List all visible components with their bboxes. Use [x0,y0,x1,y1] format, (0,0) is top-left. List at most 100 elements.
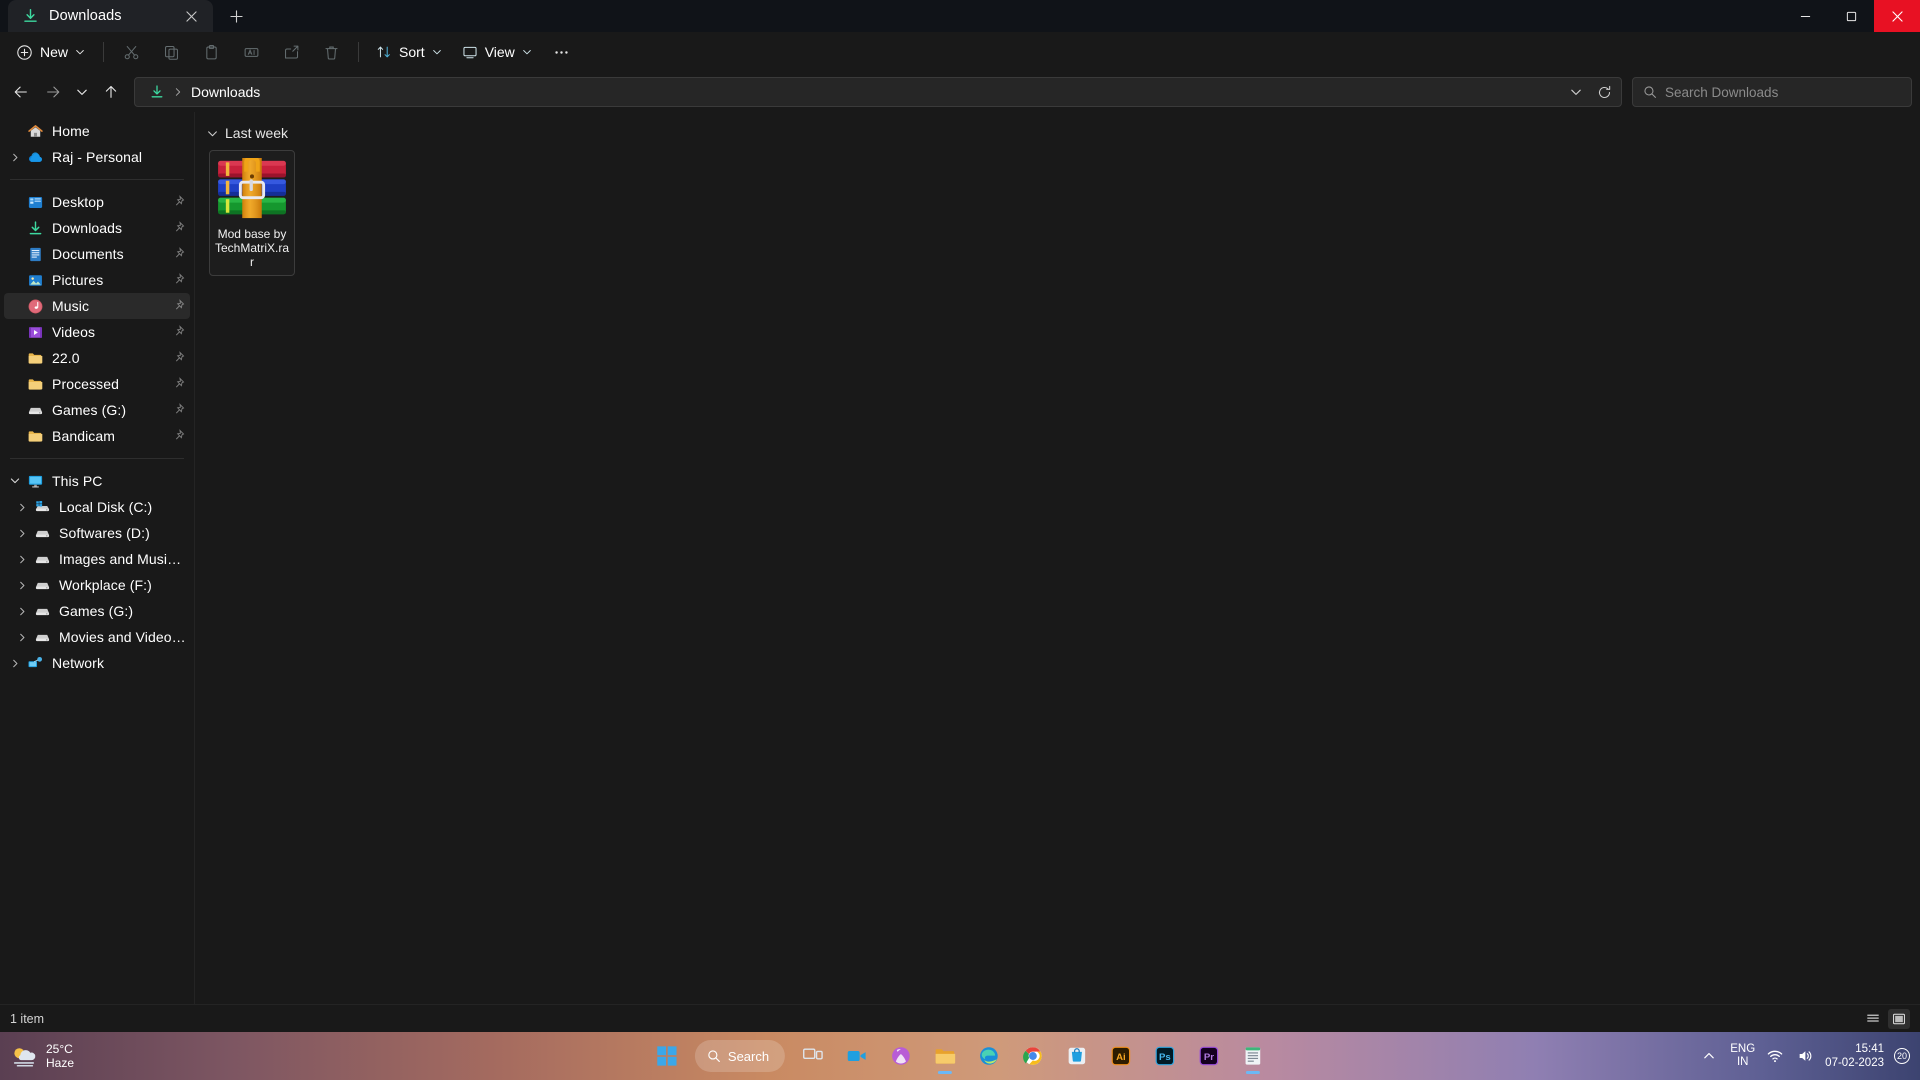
sidebar-item-videos[interactable]: Videos [4,319,190,345]
sidebar-item-music[interactable]: Music [4,293,190,319]
sidebar-item-bandicam[interactable]: Bandicam [4,423,190,449]
taskbar-search-button[interactable]: Search [694,1040,786,1072]
illustrator-icon[interactable]: Ai [1101,1036,1141,1076]
search-input[interactable]: Search Downloads [1665,85,1778,100]
file-explorer-icon[interactable] [925,1036,965,1076]
new-tab-button[interactable] [219,2,253,30]
sidebar-item-pictures[interactable]: Pictures [4,267,190,293]
pin-icon[interactable] [172,299,186,313]
new-button[interactable]: New [8,37,95,67]
camera-icon[interactable] [837,1036,877,1076]
file-tiles: Mod base by TechMatriX.rar [203,150,1920,276]
close-button[interactable] [1874,0,1920,32]
details-view-icon[interactable] [1862,1009,1884,1029]
chevron-right-icon[interactable] [11,520,33,546]
share-icon[interactable] [272,37,310,67]
refresh-icon[interactable] [1591,79,1617,105]
edge-icon[interactable] [969,1036,1009,1076]
chevron-down-icon [432,50,441,55]
maximize-button[interactable] [1828,0,1874,32]
task-view-icon[interactable] [793,1036,833,1076]
paste-icon[interactable] [192,37,230,67]
back-button[interactable] [6,77,36,107]
search-box[interactable]: Search Downloads [1632,77,1912,107]
pin-icon[interactable] [172,195,186,209]
pin-icon[interactable] [172,429,186,443]
address-bar[interactable]: Downloads [134,77,1622,107]
chevron-right-icon[interactable] [4,650,26,676]
see-more-icon[interactable] [543,37,581,67]
recent-locations-button[interactable] [70,77,94,107]
file-item-rar[interactable]: Mod base by TechMatriX.rar [209,150,295,276]
group-header-last-week[interactable]: Last week [203,122,1920,144]
divider [358,42,360,62]
sidebar-item-games-g-drive[interactable]: Games (G:) [4,598,190,624]
breadcrumb-downloads[interactable]: Downloads [187,80,264,104]
file-list-area[interactable]: Last week Mod base by TechMatriX.rar [195,112,1920,1004]
sidebar-item-workplace-f[interactable]: Workplace (F:) [4,572,190,598]
clock[interactable]: 15:41 07-02-2023 [1825,1042,1884,1070]
up-button[interactable] [96,77,126,107]
notification-badge[interactable]: 20 [1894,1048,1910,1064]
chevron-right-icon[interactable] [11,546,33,572]
pin-icon[interactable] [172,221,186,235]
notepad-icon[interactable] [1233,1036,1273,1076]
sidebar-item-images-and-music-e[interactable]: Images and Music (E:) [4,546,190,572]
close-icon[interactable] [179,4,203,28]
sidebar-item-movies-and-videos-h[interactable]: Movies and Videos (H:) [4,624,190,650]
start-button[interactable] [647,1036,687,1076]
sidebar-item-home[interactable]: Home [4,118,190,144]
pin-icon[interactable] [172,247,186,261]
sidebar-item-network[interactable]: Network [4,650,190,676]
tab-downloads[interactable]: Downloads [8,0,213,32]
pin-icon[interactable] [172,351,186,365]
premiere-icon[interactable]: Pr [1189,1036,1229,1076]
sidebar-item-desktop[interactable]: Desktop [4,189,190,215]
copy-icon[interactable] [152,37,190,67]
downloads-icon [151,85,163,98]
pin-icon[interactable] [172,377,186,391]
pin-icon[interactable] [172,273,186,287]
store-icon[interactable] [1057,1036,1097,1076]
sort-button[interactable]: Sort [367,37,451,67]
chevron-down-icon[interactable] [4,468,26,494]
breadcrumb-icon-downloads[interactable] [145,80,169,104]
photoshop-icon[interactable]: Ps [1145,1036,1185,1076]
sidebar-item-documents[interactable]: Documents [4,241,190,267]
sidebar-item-raj-personal[interactable]: Raj - Personal [4,144,190,170]
sidebar-item-games-g[interactable]: Games (G:) [4,397,190,423]
pin-icon[interactable] [172,325,186,339]
pin-icon[interactable] [172,403,186,417]
chevron-down-icon[interactable] [207,128,218,139]
large-icons-view-icon[interactable] [1888,1008,1910,1029]
cut-icon[interactable] [112,37,150,67]
language-indicator[interactable]: ENG IN [1730,1043,1755,1069]
folder-icon [26,427,44,445]
sidebar-item-softwares-d[interactable]: Softwares (D:) [4,520,190,546]
volume-icon[interactable] [1795,1046,1815,1066]
sidebar-item-downloads[interactable]: Downloads [4,215,190,241]
view-button[interactable]: View [453,37,541,67]
delete-icon[interactable] [312,37,350,67]
sidebar-item-local-disk-c[interactable]: Local Disk (C:) [4,494,190,520]
sidebar-item-processed[interactable]: Processed [4,371,190,397]
chrome-icon[interactable] [1013,1036,1053,1076]
rename-icon[interactable] [232,37,270,67]
chevron-right-icon[interactable] [11,624,33,650]
svg-text:Ps: Ps [1159,1052,1171,1063]
sidebar-item-22-0[interactable]: 22.0 [4,345,190,371]
wifi-icon[interactable] [1765,1046,1785,1066]
chevron-right-icon[interactable] [4,144,26,170]
chevron-right-icon[interactable] [11,598,33,624]
chevron-right-icon[interactable] [11,572,33,598]
tab-label: Downloads [49,8,122,24]
xbox-icon[interactable] [881,1036,921,1076]
forward-button[interactable] [38,77,68,107]
minimize-button[interactable] [1782,0,1828,32]
chevron-right-icon[interactable] [11,494,33,520]
weather-widget[interactable]: 25°C Haze [0,1042,170,1070]
navigation-pane[interactable]: Home Raj - Personal Desktop Downloads Do… [0,112,195,1004]
previous-locations-icon[interactable] [1563,79,1589,105]
sidebar-item-this-pc[interactable]: This PC [4,468,190,494]
show-hidden-icons-chevron-up-icon[interactable] [1698,1045,1720,1067]
